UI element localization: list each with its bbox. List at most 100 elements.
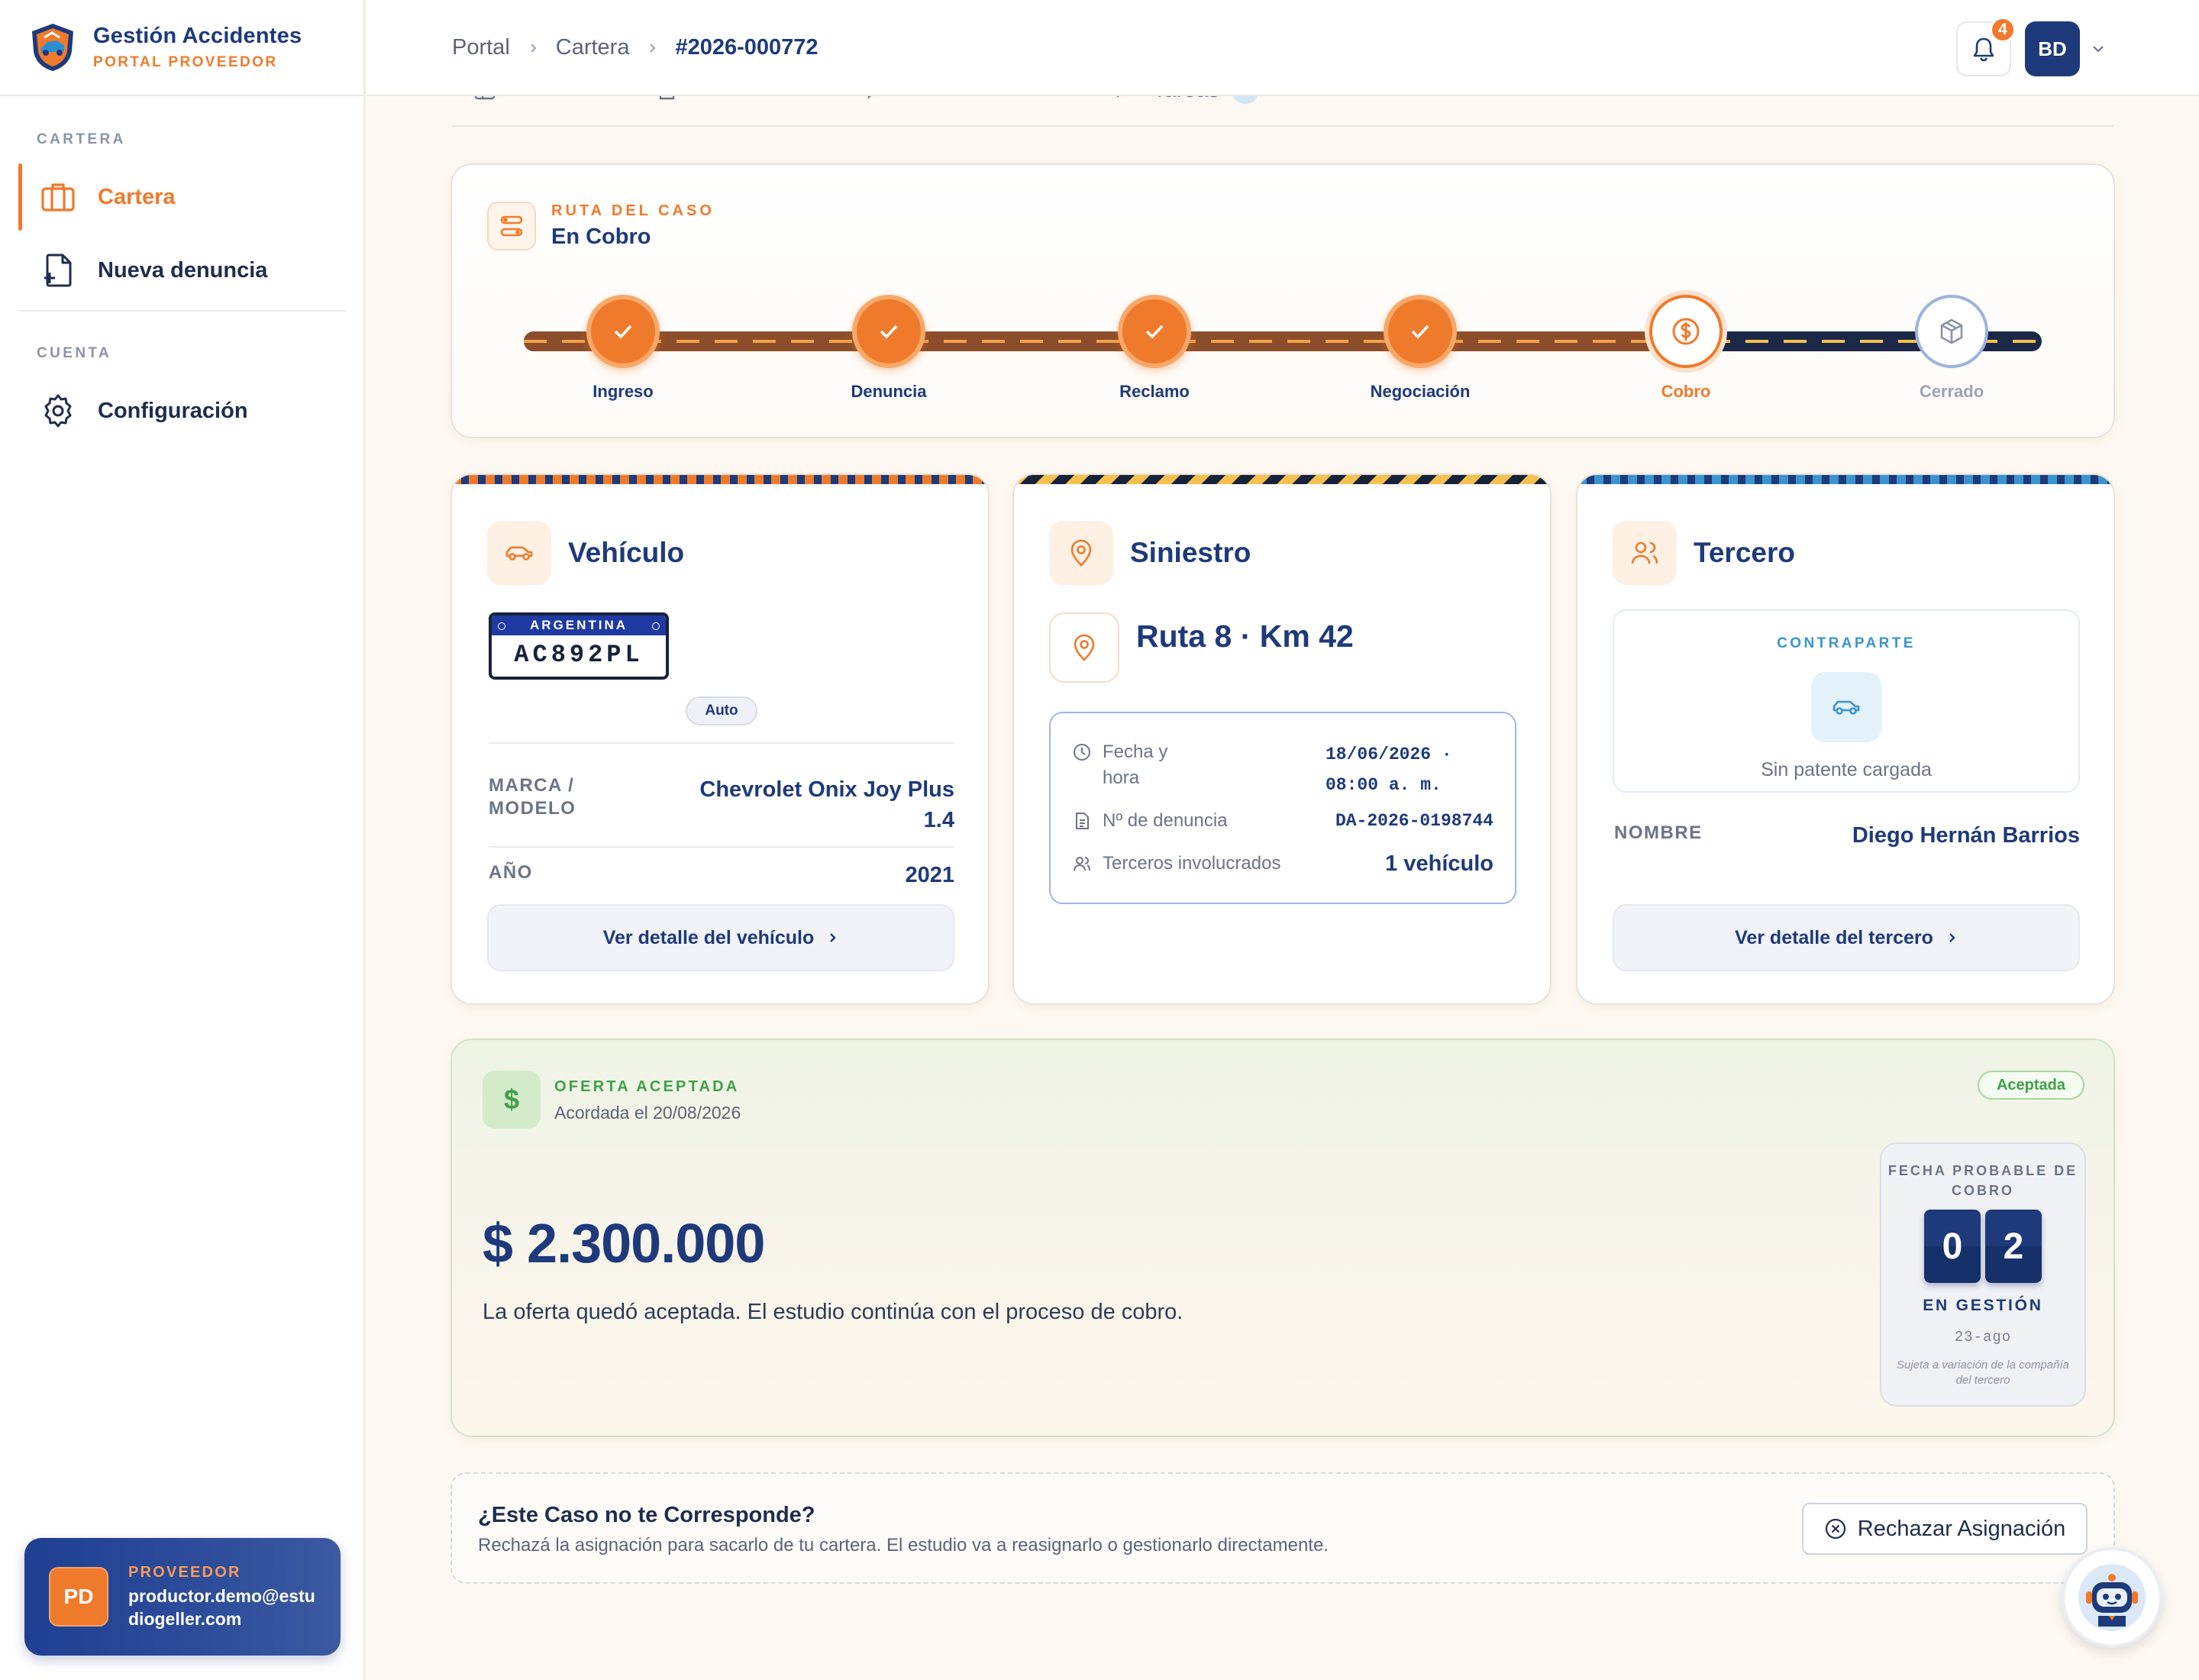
vehicle-brand-row: MARCA / MODELO Chevrolet Onix Joy Plus 1… — [489, 742, 954, 846]
check-icon — [852, 295, 925, 368]
name-label: NOMBRE — [1614, 822, 1703, 843]
chevron-down-icon[interactable] — [2091, 41, 2106, 57]
route-step-ingreso: Ingreso — [547, 295, 699, 402]
breadcrumb: Portal Cartera #2026-000772 — [452, 35, 819, 60]
step-label: Cobro — [1661, 382, 1711, 401]
shield-logo-icon — [29, 22, 76, 73]
accident-location: Ruta 8 · Km 42 — [1049, 612, 1354, 683]
payment-date-box: FECHA PROBABLE DE COBRO 0 2 EN GESTIÓN 2… — [1880, 1142, 2086, 1407]
terceros-row: Terceros involucrados 1 vehículo — [1072, 851, 1493, 877]
third-party-title: Tercero — [1694, 537, 1795, 568]
route-status: En Cobro — [551, 225, 651, 249]
chevron-right-icon — [650, 43, 656, 53]
sidebar-item-label: Configuración — [98, 398, 248, 423]
button-label: Ver detalle del vehículo — [602, 926, 815, 948]
map-pin-icon — [1049, 612, 1119, 683]
breadcrumb-cartera[interactable]: Cartera — [556, 35, 630, 60]
license-plate: ARGENTINA AC892PL — [489, 612, 669, 680]
route-step-cobro: Cobro — [1610, 295, 1762, 402]
dollar-icon: $ — [483, 1071, 541, 1129]
reject-assignment-button[interactable]: Rechazar Asignación — [1802, 1503, 2088, 1555]
sidebar-item-cartera[interactable]: Cartera — [18, 163, 347, 231]
countdown: 0 2 — [1881, 1210, 2084, 1283]
button-label: Ver detalle del tercero — [1735, 926, 1933, 948]
route-step-denuncia: Denuncia — [812, 295, 965, 402]
brand-value: Chevrolet Onix Joy Plus 1.4 — [699, 777, 954, 832]
users-icon — [1613, 521, 1677, 585]
counterpart-box: CONTRAPARTE Sin patente cargada — [1613, 609, 2080, 793]
year-value: 2021 — [905, 863, 954, 887]
sidebar-item-nueva-denuncia[interactable]: Nueva denuncia — [18, 237, 347, 304]
button-label: Rechazar Asignación — [1857, 1516, 2066, 1541]
chevron-right-icon — [830, 933, 836, 942]
robot-assistant-icon — [2078, 1564, 2146, 1631]
denuncia-value: DA-2026-0198744 — [1335, 811, 1493, 831]
year-label: AÑO — [489, 862, 533, 883]
chatbot-button[interactable] — [2062, 1547, 2162, 1648]
third-party-detail-button[interactable]: Ver detalle del tercero — [1613, 904, 2080, 971]
users-icon — [1074, 857, 1090, 871]
bell-icon — [1973, 37, 1994, 62]
step-label: Ingreso — [593, 382, 654, 401]
gestion-label: EN GESTIÓN — [1923, 1297, 2043, 1314]
case-route-card: RUTA DEL CASO En Cobro Ingreso Denuncia … — [450, 163, 2115, 438]
car-icon — [1811, 672, 1881, 742]
status-badge: Aceptada — [1978, 1071, 2084, 1100]
dollar-icon — [1649, 295, 1723, 368]
reject-question: ¿Este Caso no te Corresponde? — [478, 1503, 815, 1527]
vehicle-detail-button[interactable]: Ver detalle del vehículo — [487, 904, 954, 971]
route-track — [524, 331, 2042, 351]
brand-subtitle: PORTAL PROVEEDOR — [93, 54, 278, 70]
payment-date: 23-ago — [1954, 1329, 2012, 1346]
sidebar-item-label: Cartera — [98, 184, 176, 209]
counterpart-label: CONTRAPARTE — [1777, 635, 1916, 651]
name-value: Diego Hernán Barrios — [1852, 823, 2080, 848]
briefcase-icon — [41, 183, 75, 212]
notifications-badge: 4 — [1990, 17, 2016, 43]
offer-date: Acordada el 20/08/2026 — [554, 1103, 741, 1123]
accident-title: Siniestro — [1130, 537, 1251, 568]
sidebar-item-configuracion[interactable]: Configuración — [18, 377, 347, 444]
date-value: 18/06/2026 · 08:00 a. m. — [1326, 745, 1452, 795]
step-label: Denuncia — [851, 382, 927, 401]
step-label: Cerrado — [1919, 382, 1984, 401]
user-card[interactable]: PD PROVEEDOR productor.demo@estudiogelle… — [24, 1538, 341, 1656]
divider — [18, 310, 347, 312]
accident-card: Siniestro Ruta 8 · Km 42 Fecha y hora 18… — [1012, 473, 1552, 1005]
file-plus-icon — [44, 254, 72, 287]
check-icon — [1384, 295, 1457, 368]
step-label: Negociación — [1370, 382, 1471, 401]
section-cuenta: CUENTA — [37, 345, 112, 361]
plate-country: ARGENTINA — [492, 615, 666, 635]
map-pin-icon — [1049, 521, 1113, 585]
sidebar: Gestión Accidentes PORTAL PROVEEDOR CART… — [0, 0, 365, 1680]
user-avatar-button[interactable]: BD — [2025, 21, 2080, 76]
check-icon — [1118, 295, 1191, 368]
third-party-header: Tercero — [1613, 521, 1795, 585]
reject-assignment-panel: ¿Este Caso no te Corresponde? Rechazá la… — [450, 1472, 2115, 1584]
document-icon — [1076, 813, 1089, 829]
route-label: RUTA DEL CASO — [551, 202, 715, 219]
vehicle-type-badge: Auto — [686, 696, 757, 725]
notifications-button[interactable]: 4 — [1956, 17, 2016, 76]
offer-message: La oferta quedó aceptada. El estudio con… — [483, 1300, 1183, 1324]
third-party-name-row: NOMBRE Diego Hernán Barrios — [1614, 809, 2080, 878]
section-cartera: CARTERA — [37, 131, 126, 147]
brand[interactable]: Gestión Accidentes PORTAL PROVEEDOR — [0, 0, 363, 96]
denuncia-label: Nº de denuncia — [1103, 810, 1228, 831]
breadcrumb-current: #2026-000772 — [675, 35, 819, 60]
accepted-offer-card: $ OFERTA ACEPTADA Acordada el 20/08/2026… — [450, 1039, 2115, 1437]
offer-label: OFERTA ACEPTADA — [554, 1078, 740, 1095]
chevron-right-icon — [1949, 933, 1955, 942]
date-row: Fecha y hora 18/06/2026 · 08:00 a. m. — [1072, 739, 1493, 795]
avatar: PD — [49, 1567, 108, 1627]
step-label: Reclamo — [1119, 382, 1190, 401]
route-icon — [487, 202, 536, 250]
countdown-digit: 2 — [1985, 1210, 2042, 1283]
payment-date-label: FECHA PROBABLE DE COBRO — [1887, 1163, 2078, 1198]
reject-description: Rechazá la asignación para sacarlo de tu… — [478, 1535, 1329, 1556]
breadcrumb-portal[interactable]: Portal — [452, 35, 510, 60]
payment-note: Sujeta a variación de la compañía del te… — [1897, 1359, 2069, 1387]
route-header: RUTA DEL CASO En Cobro — [487, 202, 715, 250]
vehicle-header: Vehículo — [487, 521, 684, 585]
